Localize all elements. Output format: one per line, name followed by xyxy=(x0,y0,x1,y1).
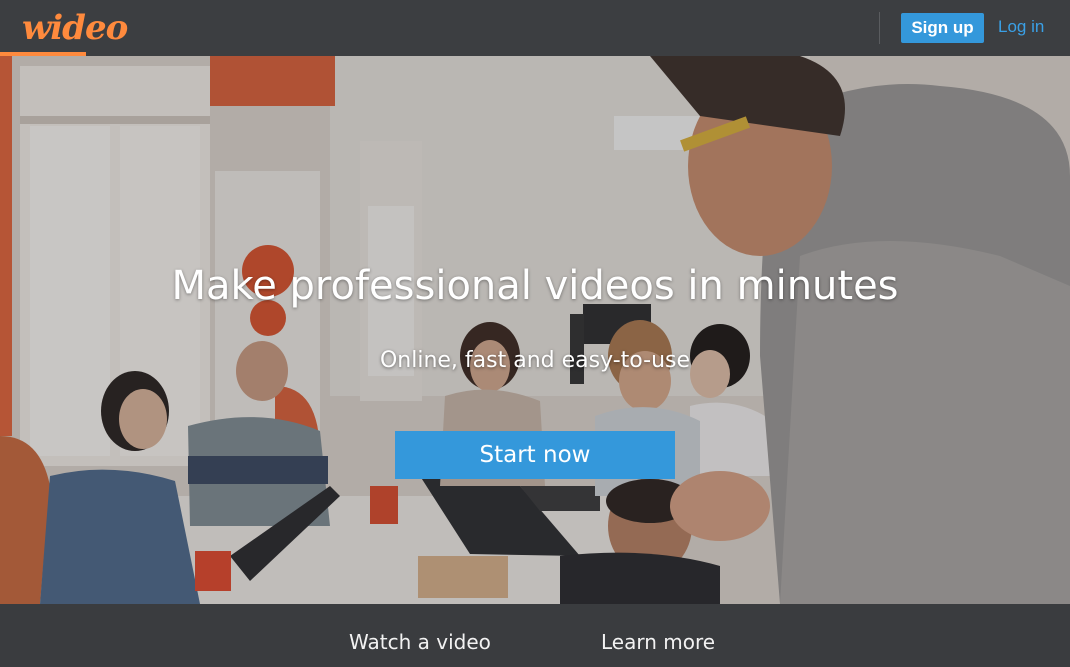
learn-more-link[interactable]: Learn more xyxy=(601,630,715,654)
top-navbar: wideo Sign up Log in xyxy=(0,0,1070,56)
hero-overlay xyxy=(0,56,1070,604)
log-in-link[interactable]: Log in xyxy=(998,17,1044,37)
hero-headline: Make professional videos in minutes xyxy=(171,263,899,309)
hero-section: Make professional videos in minutes Onli… xyxy=(0,56,1070,604)
wideo-logo[interactable]: wideo xyxy=(22,8,128,48)
sign-up-button[interactable]: Sign up xyxy=(901,13,984,43)
nav-divider xyxy=(879,12,880,44)
start-now-button[interactable]: Start now xyxy=(395,431,675,479)
hero-subheadline: Online, fast and easy-to-use xyxy=(379,348,691,373)
bottom-bar: Watch a video Learn more xyxy=(0,604,1070,667)
watch-video-link[interactable]: Watch a video xyxy=(349,630,491,654)
